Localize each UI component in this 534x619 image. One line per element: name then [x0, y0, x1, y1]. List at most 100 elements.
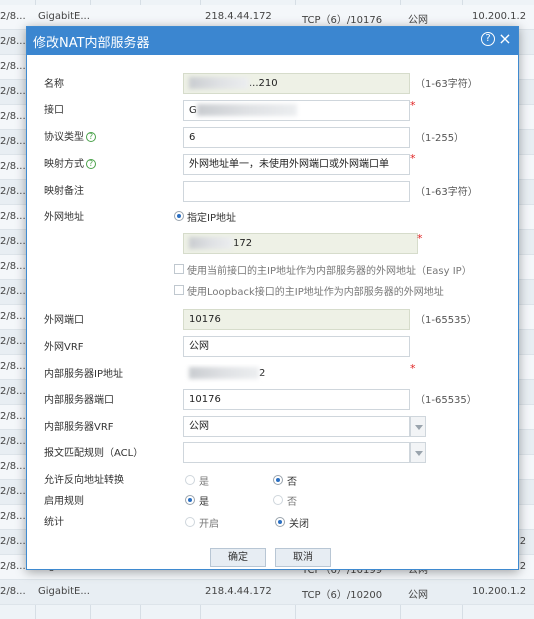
table-cell: 2/8...	[0, 11, 26, 22]
wan-vrf-label: 外网VRF	[44, 342, 84, 353]
table-cell: 2/8...	[0, 136, 26, 147]
table-cell: 2/8...	[0, 286, 26, 297]
table-cell: TCP（6）/10200	[302, 590, 383, 601]
interface-select[interactable]: G	[183, 100, 410, 121]
enable-yes-radio[interactable]	[185, 495, 195, 505]
wan-port-hint: （1-65535）	[415, 315, 477, 326]
enable-no-radio[interactable]	[273, 495, 283, 505]
close-icon[interactable]: ×	[498, 31, 512, 47]
mapping-label: 映射方式?	[44, 155, 96, 170]
dialog-title: 修改NAT内部服务器	[33, 36, 150, 51]
protocol-input[interactable]: 6	[183, 127, 410, 148]
inner-port-label: 内部服务器端口	[44, 395, 114, 406]
remark-hint: （1-63字符）	[415, 187, 478, 198]
specify-ip-option: 指定IP地址	[187, 213, 236, 224]
table-cell: 2/8...	[0, 411, 26, 422]
ok-button[interactable]: 确定	[210, 548, 266, 567]
reverse-yes-radio[interactable]	[185, 475, 195, 485]
table-cell: 10.200.1.2	[472, 11, 527, 22]
table-cell: 2/8...	[0, 386, 26, 397]
wan-port-input[interactable]: 10176	[183, 309, 410, 330]
table-cell: 2/8...	[0, 361, 26, 372]
table-cell: 2/8...	[0, 511, 26, 522]
edit-nat-server-dialog: 修改NAT内部服务器 ? × 名称 ...210 （1-63字符） 接口 G *…	[26, 26, 519, 570]
table-cell: 2/8...	[0, 36, 26, 47]
specify-ip-radio[interactable]	[174, 211, 184, 221]
enable-yes-label: 是	[199, 497, 209, 508]
acl-select[interactable]	[183, 442, 410, 463]
table-cell: GigabitE...	[38, 586, 90, 597]
required-mark: *	[417, 232, 423, 245]
interface-label: 接口	[44, 105, 64, 116]
table-cell: 2/8...	[0, 211, 26, 222]
inner-vrf-label: 内部服务器VRF	[44, 422, 114, 433]
table-cell: 2/8...	[0, 536, 26, 547]
stats-off-label: 关闭	[289, 519, 309, 530]
table-cell: TCP（6）/10176	[302, 15, 383, 26]
inner-port-input[interactable]: 10176	[183, 389, 410, 410]
redacted-blur	[189, 237, 233, 249]
reverse-yes-label: 是	[199, 477, 209, 488]
acl-label: 报文匹配规则（ACL）	[44, 448, 144, 459]
use-loopback-checkbox[interactable]	[174, 285, 184, 295]
table-cell: 10.200.1.2	[472, 586, 527, 597]
table-cell: 2/8...	[0, 336, 26, 347]
inner-port-hint: （1-65535）	[415, 395, 477, 406]
remark-label: 映射备注	[44, 186, 84, 197]
stats-off-radio[interactable]	[275, 517, 285, 527]
table-cell: 2/8...	[0, 86, 26, 97]
table-cell: 2/8...	[0, 111, 26, 122]
table-cell: 公网	[408, 15, 428, 26]
table-cell: 公网	[408, 590, 428, 601]
dialog-header: 修改NAT内部服务器 ? ×	[27, 27, 518, 55]
name-hint: （1-63字符）	[415, 79, 478, 90]
chevron-down-icon[interactable]	[410, 442, 426, 463]
wan-vrf-input[interactable]: 公网	[183, 336, 410, 357]
table-row[interactable]: 2/8... GigabitE... 218.4.44.172 TCP（6）/1020…	[0, 580, 534, 605]
wan-port-label: 外网端口	[44, 315, 84, 326]
protocol-label: 协议类型?	[44, 128, 96, 143]
remark-input[interactable]	[183, 181, 410, 202]
question-icon[interactable]: ?	[86, 159, 96, 169]
table-cell: 2/8...	[0, 561, 26, 572]
mapping-select[interactable]: 外网地址单一，未使用外网端口或外网端口单	[183, 154, 410, 175]
wan-address-label: 外网地址	[44, 212, 84, 223]
inner-ip-input[interactable]: 2	[183, 363, 410, 384]
name-label: 名称	[44, 79, 64, 90]
redacted-blur	[189, 77, 249, 89]
table-cell: GigabitE...	[38, 11, 90, 22]
cancel-button[interactable]: 取消	[275, 548, 331, 567]
inner-vrf-select[interactable]: 公网	[183, 416, 410, 437]
required-mark: *	[410, 362, 416, 375]
table-cell: 2/8...	[0, 311, 26, 322]
table-cell: 2/8...	[0, 61, 26, 72]
use-loopback-option: 使用Loopback接口的主IP地址作为内部服务器的外网地址	[187, 287, 444, 298]
table-cell: 2/8...	[0, 236, 26, 247]
table-cell: 2/8...	[0, 261, 26, 272]
enable-label: 启用规则	[44, 496, 84, 507]
table-cell: 2/8...	[0, 486, 26, 497]
inner-ip-label: 内部服务器IP地址	[44, 369, 123, 380]
name-field: ...210	[183, 73, 410, 94]
table-cell: 218.4.44.172	[205, 586, 272, 597]
stats-label: 统计	[44, 517, 64, 528]
table-cell: 2/8...	[0, 461, 26, 472]
protocol-hint: （1-255）	[415, 133, 465, 144]
stats-on-radio[interactable]	[185, 517, 195, 527]
help-icon[interactable]: ?	[481, 32, 495, 46]
reverse-no-radio[interactable]	[273, 475, 283, 485]
reverse-no-label: 否	[287, 477, 297, 488]
table-cell: 2/8...	[0, 586, 26, 597]
question-icon[interactable]: ?	[86, 132, 96, 142]
required-mark: *	[410, 99, 416, 112]
use-interface-option: 使用当前接口的主IP地址作为内部服务器的外网地址（Easy IP）	[187, 266, 472, 277]
use-interface-checkbox[interactable]	[174, 264, 184, 274]
reverse-label: 允许反向地址转换	[44, 475, 124, 486]
enable-no-label: 否	[287, 497, 297, 508]
table-cell: 2/8...	[0, 161, 26, 172]
wan-ip-input[interactable]: 172	[183, 233, 418, 254]
stats-on-label: 开启	[199, 519, 219, 530]
table-cell: 2/8...	[0, 186, 26, 197]
required-mark: *	[410, 152, 416, 165]
chevron-down-icon[interactable]	[410, 416, 426, 437]
